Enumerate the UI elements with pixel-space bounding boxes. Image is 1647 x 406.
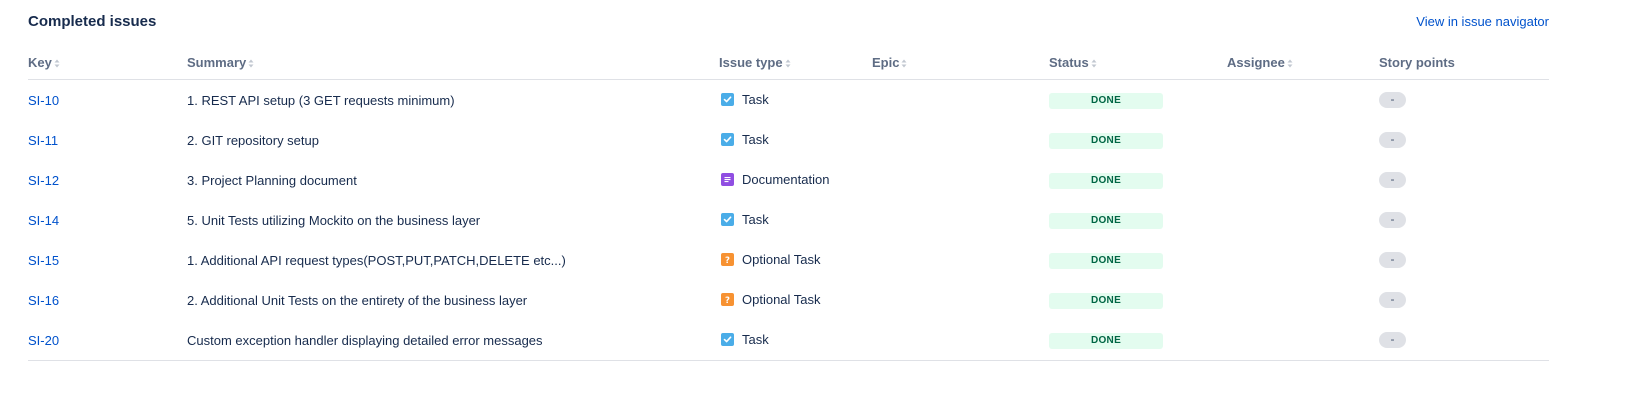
table-row: SI-12 3. Project Planning document Docum… (28, 160, 1549, 200)
svg-text:?: ? (725, 256, 730, 264)
issue-key-link[interactable]: SI-15 (28, 253, 59, 268)
column-header-status-label: Status (1049, 55, 1089, 70)
status-lozenge: DONE (1049, 133, 1163, 149)
sort-icon (54, 59, 60, 68)
sort-icon (785, 59, 791, 68)
column-header-key[interactable]: Key (28, 55, 60, 70)
issue-summary[interactable]: 3. Project Planning document (187, 173, 357, 188)
story-points-badge: - (1379, 252, 1406, 268)
table-row: SI-11 2. GIT repository setup Task DONE … (28, 120, 1549, 160)
sort-icon (1287, 59, 1293, 68)
issue-summary[interactable]: 5. Unit Tests utilizing Mockito on the b… (187, 213, 480, 228)
checkbox-task-icon (721, 133, 734, 146)
issue-key-link[interactable]: SI-11 (28, 133, 58, 148)
story-points-badge: - (1379, 132, 1406, 148)
story-points-badge: - (1379, 292, 1406, 308)
table-row: SI-16 2. Additional Unit Tests on the en… (28, 280, 1549, 320)
table-row: SI-20 Custom exception handler displayin… (28, 320, 1549, 361)
sort-icon (901, 59, 907, 68)
issue-type-label: Task (742, 132, 769, 147)
column-header-issue-type[interactable]: Issue type (719, 55, 791, 70)
issue-type-cell: Task (721, 132, 769, 147)
view-in-issue-navigator-link[interactable]: View in issue navigator (1416, 14, 1549, 29)
issue-type-label: Documentation (742, 172, 830, 187)
column-header-epic[interactable]: Epic (872, 55, 907, 70)
issue-summary[interactable]: 2. Additional Unit Tests on the entirety… (187, 293, 527, 308)
column-header-assignee[interactable]: Assignee (1227, 55, 1293, 70)
table-header: Key Summary Issue type Epic Status Assig… (28, 44, 1549, 80)
column-header-story-points: Story points (1379, 55, 1455, 70)
story-points-badge: - (1379, 92, 1406, 108)
issue-key-link[interactable]: SI-14 (28, 213, 59, 228)
svg-text:?: ? (725, 296, 730, 304)
issue-type-cell: ? Optional Task (721, 252, 821, 267)
column-header-status[interactable]: Status (1049, 55, 1097, 70)
status-lozenge: DONE (1049, 333, 1163, 349)
column-header-key-label: Key (28, 55, 52, 70)
issue-type-cell: ? Optional Task (721, 292, 821, 307)
status-lozenge: DONE (1049, 213, 1163, 229)
status-lozenge: DONE (1049, 293, 1163, 309)
status-lozenge: DONE (1049, 173, 1163, 189)
column-header-story-points-label: Story points (1379, 55, 1455, 70)
issue-type-label: Task (742, 212, 769, 227)
column-header-assignee-label: Assignee (1227, 55, 1285, 70)
status-lozenge: DONE (1049, 253, 1163, 269)
issue-summary[interactable]: 1. REST API setup (3 GET requests minimu… (187, 93, 455, 108)
column-header-summary[interactable]: Summary (187, 55, 254, 70)
sort-icon (1091, 59, 1097, 68)
issue-summary[interactable]: Custom exception handler displaying deta… (187, 333, 543, 348)
completed-issues-panel: Completed issues View in issue navigator… (0, 0, 1647, 406)
story-points-badge: - (1379, 172, 1406, 188)
issue-type-cell: Task (721, 212, 769, 227)
issue-type-cell: Task (721, 92, 769, 107)
issue-key-link[interactable]: SI-20 (28, 333, 59, 348)
issue-type-label: Task (742, 332, 769, 347)
column-header-issue-type-label: Issue type (719, 55, 783, 70)
issue-key-link[interactable]: SI-16 (28, 293, 59, 308)
issue-type-cell: Task (721, 332, 769, 347)
issue-type-cell: Documentation (721, 172, 829, 187)
table-row: SI-10 1. REST API setup (3 GET requests … (28, 80, 1549, 120)
status-lozenge: DONE (1049, 93, 1163, 109)
sort-icon (248, 59, 254, 68)
issue-type-label: Optional Task (742, 292, 821, 307)
story-points-badge: - (1379, 212, 1406, 228)
issue-type-label: Task (742, 92, 769, 107)
table-row: SI-14 5. Unit Tests utilizing Mockito on… (28, 200, 1549, 240)
table-body: SI-10 1. REST API setup (3 GET requests … (28, 80, 1549, 361)
checkbox-task-icon (721, 333, 734, 346)
checkbox-task-icon (721, 213, 734, 226)
documentation-icon (721, 173, 734, 186)
question-mark-icon: ? (721, 253, 734, 266)
issue-summary[interactable]: 2. GIT repository setup (187, 133, 319, 148)
completed-issues-table: Key Summary Issue type Epic Status Assig… (28, 44, 1549, 361)
table-row: SI-15 1. Additional API request types(PO… (28, 240, 1549, 280)
issue-key-link[interactable]: SI-10 (28, 93, 59, 108)
issue-key-link[interactable]: SI-12 (28, 173, 59, 188)
question-mark-icon: ? (721, 293, 734, 306)
column-header-summary-label: Summary (187, 55, 247, 70)
story-points-badge: - (1379, 332, 1406, 348)
section-title: Completed issues (28, 13, 157, 30)
issue-summary[interactable]: 1. Additional API request types(POST,PUT… (187, 253, 566, 268)
issue-type-label: Optional Task (742, 252, 821, 267)
column-header-epic-label: Epic (872, 55, 900, 70)
checkbox-task-icon (721, 93, 734, 106)
